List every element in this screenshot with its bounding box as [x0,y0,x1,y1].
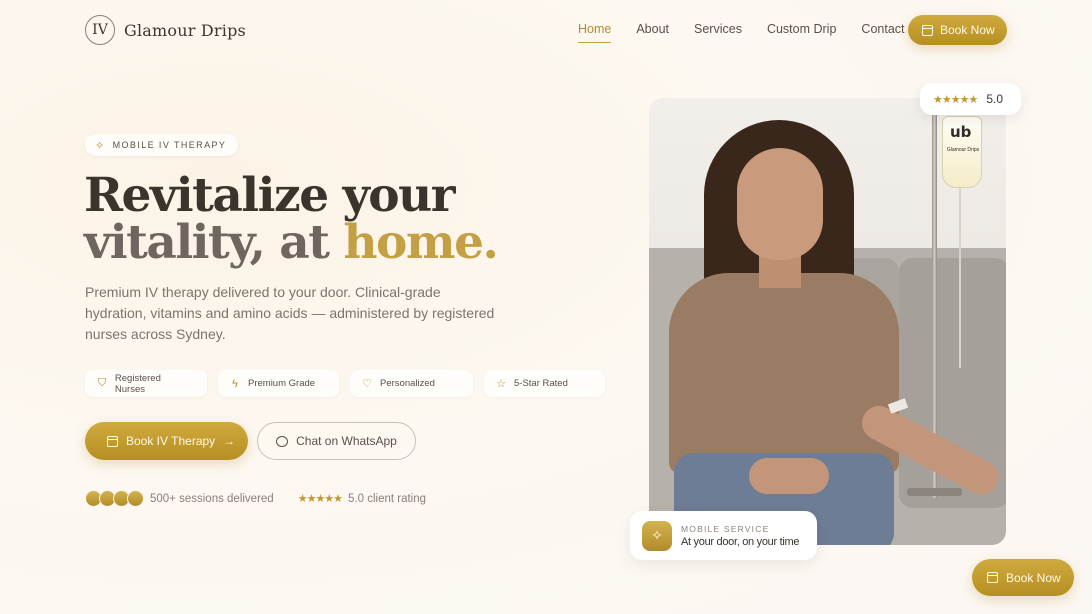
nav-links: Home About Services Custom Drip Contact [578,22,930,43]
nav-home[interactable]: Home [578,22,612,43]
heart-icon: ♡ [362,378,372,390]
rating-score: 5.0 [986,92,1003,106]
book-iv-therapy-button[interactable]: Book IV Therapy → [85,422,248,460]
sparkle-icon: ✧ [642,520,672,551]
nav-custom-drip[interactable]: Custom Drip [767,22,836,43]
client-rating: ★★★★★ 5.0 client rating [297,492,427,506]
nav-contact[interactable]: Contact [861,22,904,43]
feature-five-star-rated: ☆ 5-Star Rated [484,370,605,397]
hero-pill-label: MOBILE IV THERAPY [112,140,227,150]
iv-pole-base [907,488,962,496]
iv-bag-logo: ub [950,123,972,141]
chat-whatsapp-label: Chat on WhatsApp [296,434,397,448]
headline-at: at [279,215,330,270]
calendar-icon [987,572,998,583]
hero-lead: Premium IV therapy delivered to your doo… [85,284,495,342]
arrow-right-icon: → [223,434,236,448]
nav-about[interactable]: About [636,22,669,43]
feature-personalized: ♡ Personalized [350,370,473,397]
sessions-delivered: 500+ sessions delivered [150,492,274,505]
iv-bag-label: Glamour Drips [946,147,980,153]
feature-chips: ⛉ Registered Nurses ϟ Premium Grade ♡ Pe… [85,370,605,397]
headline-vitality: vitality, [84,215,266,270]
avatar [127,490,144,507]
nav-book-now-label: Book Now [940,23,995,37]
chat-bubble-icon [276,435,289,447]
feature-premium-grade: ϟ Premium Grade [218,370,339,397]
brand-logo[interactable]: IV Glamour Drips [85,15,246,45]
nav-services[interactable]: Services [694,22,742,43]
feature-registered-nurses: ⛉ Registered Nurses [85,370,207,397]
headline-home: home. [343,215,499,270]
rating-card: ★★★★★ 5.0 [920,83,1021,115]
top-navigation: IV Glamour Drips Home About Services Cus… [0,0,1092,60]
sparkle-icon: ✧ [95,139,106,152]
client-rating-label: 5.0 client rating [348,492,427,505]
photo-face [737,148,823,260]
star-icon: ☆ [496,378,506,390]
feature-label: 5-Star Rated [514,378,568,389]
hero-headline: Revitalize your vitality, at home. [84,172,499,266]
nav-book-now-button[interactable]: Book Now [908,15,1007,45]
brand-name: Glamour Drips [124,20,246,40]
book-iv-therapy-label: Book IV Therapy [126,434,216,448]
calendar-icon [922,24,933,36]
mobile-service-text: MOBILE SERVICE At your door, on your tim… [681,524,799,548]
lightning-icon: ϟ [232,377,238,390]
mobile-service-kicker: MOBILE SERVICE [681,523,770,534]
avatar-stack [85,490,144,507]
star-rating-icon: ★★★★★ [933,93,978,106]
hero-pill: ✧ MOBILE IV THERAPY [85,134,239,156]
floating-book-now-label: Book Now [1006,570,1061,585]
star-rating-icon: ★★★★★ [297,493,343,505]
mobile-service-title: At your door, on your time [681,535,800,548]
hero-photo: ub Glamour Drips [649,98,1006,545]
feature-label: Registered Nurses [114,372,161,395]
mobile-service-card: ✧ MOBILE SERVICE At your door, on your t… [630,511,817,560]
iv-bag: ub Glamour Drips [942,116,982,188]
chat-whatsapp-button[interactable]: Chat on WhatsApp [257,422,416,460]
social-proof: 500+ sessions delivered ★★★★★ 5.0 client… [85,490,426,507]
iv-tube [959,188,961,368]
calendar-icon [107,435,118,447]
shield-icon: ⛉ [97,377,107,389]
logo-mark: IV [85,15,115,45]
photo-shirt [669,273,899,473]
feature-label: Personalized [380,378,435,389]
floating-book-now-button[interactable]: Book Now [972,559,1074,596]
photo-hand [749,458,829,494]
feature-label: Premium Grade [248,378,316,389]
